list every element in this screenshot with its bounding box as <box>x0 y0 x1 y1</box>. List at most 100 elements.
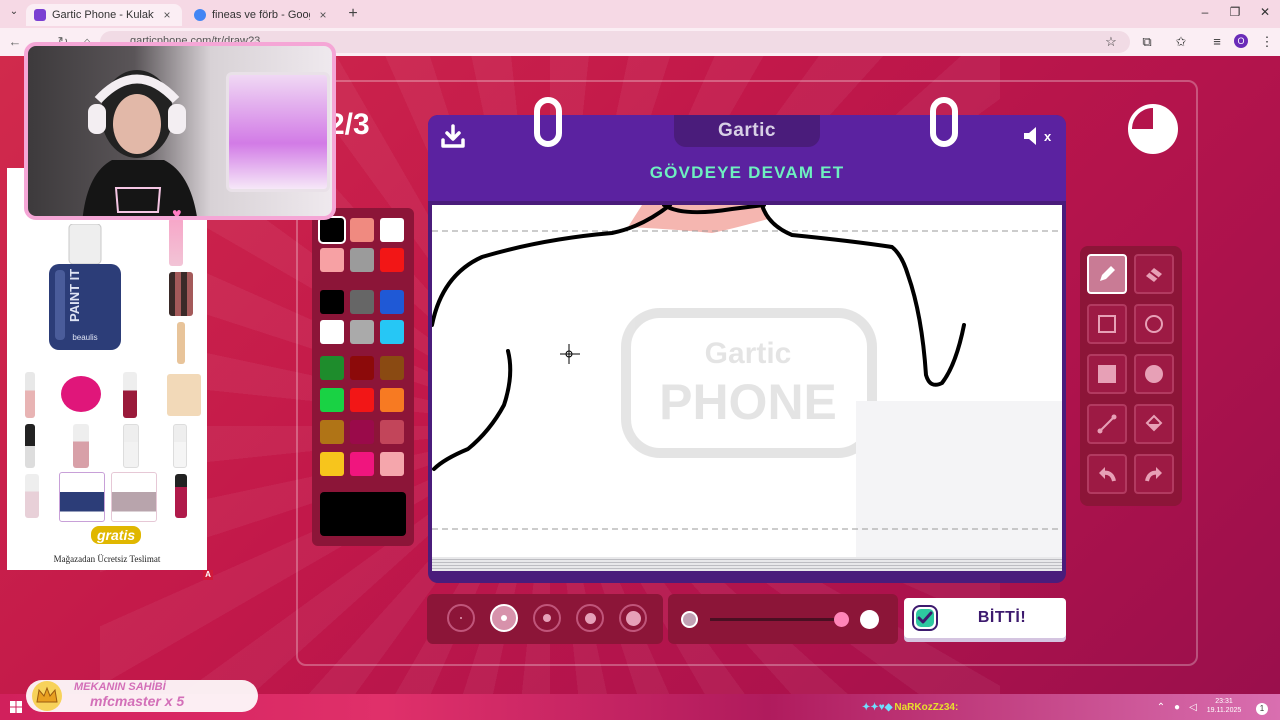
eraser-tool[interactable] <box>1134 254 1174 294</box>
product-thumbnail[interactable] <box>25 474 39 518</box>
product-thumbnail[interactable] <box>25 424 35 468</box>
product-thumbnail[interactable] <box>25 372 35 418</box>
product-thumbnail[interactable] <box>123 372 137 418</box>
brush-size-4[interactable] <box>576 604 604 632</box>
product-thumbnail[interactable] <box>175 474 187 518</box>
ad-brand-text: beaulis <box>72 333 97 342</box>
color-swatch[interactable] <box>350 248 374 272</box>
color-swatch[interactable] <box>320 290 344 314</box>
gartic-logo: Gartic <box>674 115 820 147</box>
microphone-icon[interactable]: ● <box>1170 702 1184 713</box>
color-swatch[interactable] <box>320 452 344 476</box>
color-swatch[interactable] <box>380 320 404 344</box>
close-icon[interactable]: × <box>160 8 174 22</box>
crosshair-cursor <box>560 344 580 364</box>
color-swatch[interactable] <box>380 248 404 272</box>
color-swatch[interactable] <box>350 388 374 412</box>
drawing-notebook: Gartic x GÖVDEYE DEVAM ET Gartic PHONE <box>428 97 1066 583</box>
product-thumbnail[interactable] <box>177 322 185 364</box>
volume-icon[interactable]: ◁ <box>1186 702 1200 713</box>
color-swatch[interactable] <box>320 320 344 344</box>
minimize-button[interactable]: – <box>1196 5 1214 19</box>
color-swatch[interactable] <box>350 218 374 242</box>
windows-start-icon[interactable] <box>10 701 22 713</box>
product-thumbnail[interactable] <box>61 376 101 412</box>
color-swatch[interactable] <box>380 356 404 380</box>
rectangle-outline-tool[interactable] <box>1087 304 1127 344</box>
rectangle-fill-tool[interactable] <box>1087 354 1127 394</box>
restore-button[interactable]: ❐ <box>1226 5 1244 19</box>
brush-size-2[interactable] <box>490 604 518 632</box>
color-swatch[interactable] <box>320 356 344 380</box>
product-thumbnail[interactable] <box>123 424 139 468</box>
line-tool[interactable] <box>1087 404 1127 444</box>
product-thumbnail[interactable] <box>73 424 89 468</box>
tool-panel <box>1080 246 1182 506</box>
gartic-favicon-icon <box>34 9 46 21</box>
color-swatch[interactable] <box>380 452 404 476</box>
download-icon[interactable] <box>440 123 466 149</box>
color-swatch[interactable] <box>350 452 374 476</box>
pencil-tool[interactable] <box>1087 254 1127 294</box>
product-thumbnail[interactable] <box>169 218 183 266</box>
color-swatch[interactable] <box>380 388 404 412</box>
redo-tool[interactable] <box>1134 454 1174 494</box>
brush-size-5[interactable] <box>619 604 647 632</box>
color-swatch[interactable] <box>380 420 404 444</box>
color-swatch[interactable] <box>320 388 344 412</box>
done-button[interactable]: BİTTİ! <box>904 598 1066 638</box>
gaming-pc-background <box>226 72 330 192</box>
profile-avatar[interactable]: O <box>1234 34 1248 48</box>
tab-gartic-phone[interactable]: Gartic Phone - Kulaktan Kulağa × <box>26 4 182 26</box>
product-thumbnail[interactable] <box>167 374 201 416</box>
clock-date: 19.11.2025 <box>1206 707 1242 714</box>
new-tab-button[interactable]: + <box>344 5 362 23</box>
nail-polish-ad[interactable]: PAINT IT beaulis gratis Mağazadan Ücrets… <box>7 168 213 580</box>
color-swatch[interactable] <box>380 218 404 242</box>
color-swatch[interactable] <box>350 356 374 380</box>
close-window-button[interactable]: ✕ <box>1256 5 1274 19</box>
rectangle-outline-icon <box>1098 315 1116 333</box>
opacity-handle[interactable] <box>834 612 849 627</box>
color-swatch[interactable] <box>350 290 374 314</box>
color-swatch[interactable] <box>350 320 374 344</box>
notification-badge[interactable]: 1 <box>1256 703 1268 715</box>
ellipse-outline-tool[interactable] <box>1134 304 1174 344</box>
bookmarks-icon[interactable]: ✩ <box>1172 34 1190 50</box>
opacity-slider[interactable] <box>668 594 898 644</box>
back-icon[interactable]: ← <box>6 34 24 49</box>
bookmark-star-icon[interactable]: ☆ <box>1102 34 1120 50</box>
product-thumbnail[interactable] <box>173 424 187 468</box>
drawing-canvas[interactable]: Gartic PHONE <box>432 205 1062 557</box>
color-swatch[interactable] <box>380 290 404 314</box>
redo-icon <box>1145 467 1162 482</box>
brush-size-3[interactable] <box>533 604 561 632</box>
ad-choices-badge[interactable]: A <box>203 570 213 580</box>
color-swatch[interactable] <box>350 420 374 444</box>
ellipse-fill-tool[interactable] <box>1134 354 1174 394</box>
product-thumbnail[interactable] <box>169 272 193 316</box>
opacity-track[interactable] <box>710 618 842 621</box>
owner-banner: MEKANIN SAHİBİ mfcmaster x 5 <box>26 680 258 712</box>
clock-time: 23:31 <box>1215 698 1233 705</box>
brush-size-1[interactable] <box>447 604 475 632</box>
mute-button[interactable]: x <box>1022 123 1054 149</box>
undo-tool[interactable] <box>1087 454 1127 494</box>
streamer-webcam: ♥ <box>24 42 336 220</box>
tab-list-button[interactable]: ⌄ <box>6 6 22 22</box>
bucket-fill-tool[interactable] <box>1134 404 1174 444</box>
tab-google-search[interactable]: fineas ve förb - Google'da Ara × <box>186 4 338 26</box>
color-swatch[interactable] <box>318 216 346 244</box>
close-icon[interactable]: × <box>316 8 330 22</box>
color-swatch[interactable] <box>320 420 344 444</box>
streamer-figure <box>82 70 197 216</box>
extensions-icon[interactable]: ⧉ <box>1138 34 1156 50</box>
color-swatch[interactable] <box>320 248 344 272</box>
reading-list-icon[interactable]: ≡ <box>1208 34 1226 49</box>
tray-chevron-icon[interactable]: ⌃ <box>1154 702 1168 713</box>
product-thumbnail-selected[interactable] <box>59 472 105 522</box>
taskbar-clock[interactable]: 23:31 19.11.2025 <box>1204 697 1244 715</box>
menu-icon[interactable]: ⋮ <box>1258 34 1276 50</box>
undo-icon <box>1099 467 1116 482</box>
product-thumbnail[interactable] <box>111 472 157 522</box>
